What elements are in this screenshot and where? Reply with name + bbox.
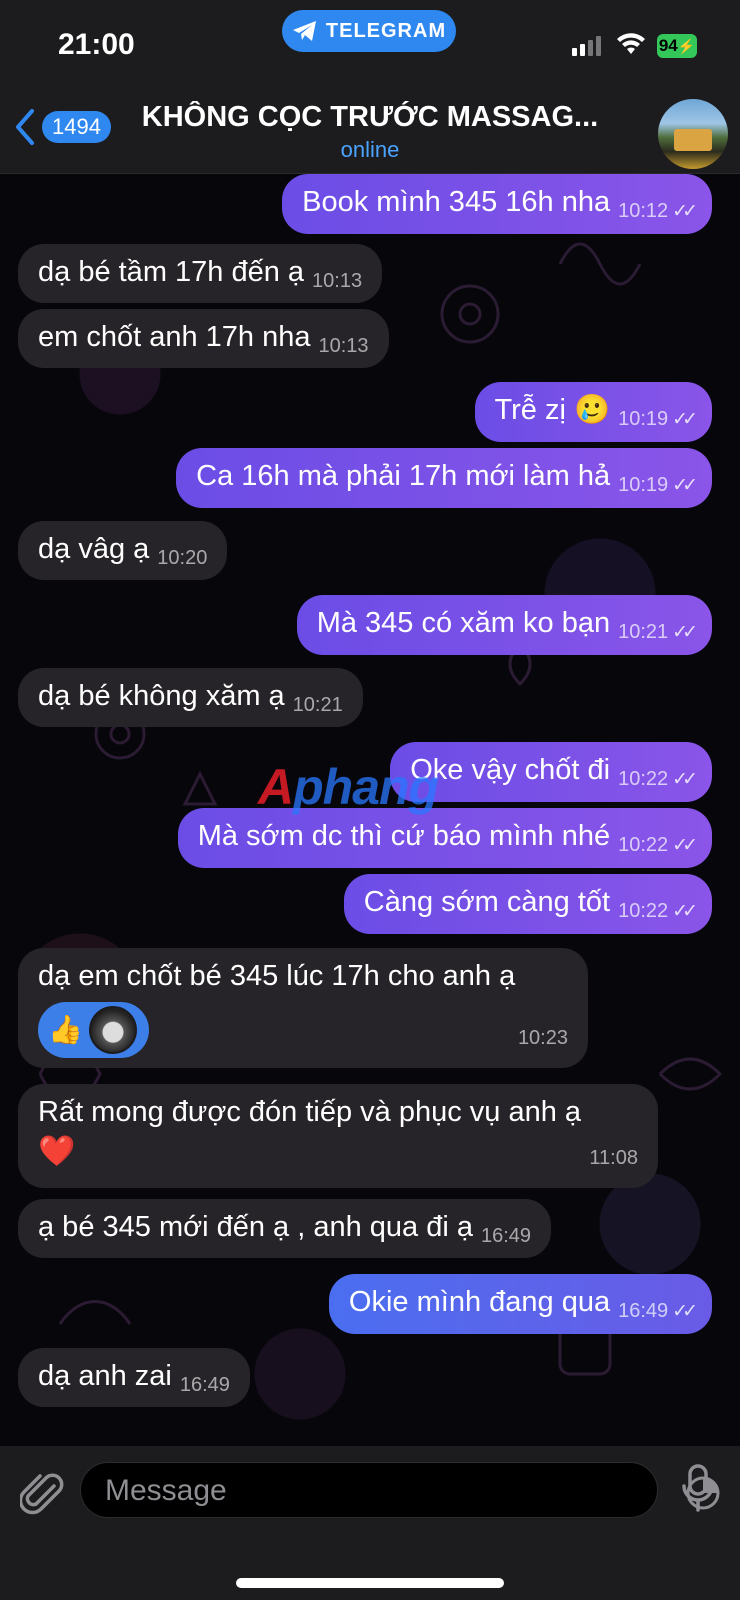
telegram-plane-icon [292, 21, 316, 41]
read-checks-icon: ✓✓ [672, 769, 698, 790]
message-text: Mà 345 có xăm ko bạn [316, 607, 611, 639]
message-text: Càng sớm càng tốt [363, 886, 611, 918]
message-time: 10:22 [618, 834, 669, 856]
read-checks-icon: ✓✓ [672, 622, 698, 643]
message-time: 10:21 [618, 621, 669, 643]
chat-header: 1494 KHÔNG CỌC TRƯỚC MASSAG... online [0, 95, 740, 174]
back-button[interactable]: 1494 [12, 107, 111, 147]
message-time: 10:22 [618, 768, 669, 790]
message-time: 10:21 [292, 694, 343, 716]
message-time: 16:49 [179, 1374, 230, 1396]
message-outgoing[interactable]: Okie mình đang qua 16:49 ✓✓ [328, 1274, 712, 1334]
message-time: 10:20 [157, 547, 208, 569]
message-time: 10:22 [618, 900, 669, 922]
message-outgoing[interactable]: Càng sớm càng tốt 10:22 ✓✓ [343, 874, 712, 934]
message-time: 10:19 [618, 408, 669, 430]
battery-level: 94 [658, 36, 678, 55]
message-text: dạ em chốt bé 345 lúc 17h cho anh ạ [38, 960, 516, 992]
message-incoming[interactable]: dạ anh zai 16:49 [18, 1348, 250, 1407]
message-text: dạ anh zai [38, 1360, 172, 1392]
watermark-logo: Aphang [258, 759, 439, 815]
reaction-chip[interactable]: 👍 [38, 1002, 149, 1058]
chat-messages[interactable]: Book mình 345 16h nha 10:12 ✓✓ dạ bé tầm 1… [0, 174, 740, 1446]
message-outgoing[interactable]: Oke vậy chốt đi 10:22 ✓✓ [390, 742, 712, 802]
read-checks-icon: ✓✓ [672, 201, 698, 222]
battery-indicator: 94 ⚡ [657, 34, 697, 58]
message-outgoing[interactable]: Mà sớm dc thì cứ báo mình nhé 10:22 ✓✓ [177, 808, 712, 868]
message-time: 10:23 [517, 1027, 568, 1049]
message-text: em chốt anh 17h nha [38, 321, 311, 353]
read-checks-icon: ✓✓ [672, 835, 698, 856]
message-text: ạ bé 345 mới đến ạ , anh qua đi ạ [38, 1211, 473, 1243]
reactor-avatar [88, 1006, 137, 1054]
message-incoming[interactable]: ạ bé 345 mới đến ạ , anh qua đi ạ 16:49 [18, 1199, 552, 1258]
message-outgoing[interactable]: Mà 345 có xăm ko bạn 10:21 ✓✓ [296, 595, 712, 655]
message-text: Rất mong được đón tiếp và phục vụ anh ạ [38, 1096, 582, 1128]
message-time: 10:13 [312, 270, 363, 292]
message-incoming[interactable]: em chốt anh 17h nha 10:13 [18, 309, 389, 368]
message-field[interactable] [80, 1462, 720, 1519]
message-incoming[interactable]: Rất mong được đón tiếp và phục vụ anh ạ … [18, 1084, 658, 1188]
message-incoming[interactable]: dạ bé không xăm ạ 10:21 [18, 668, 363, 727]
status-time: 21:00 [58, 28, 135, 61]
message-text: Ca 16h mà phải 17h mới làm hả [196, 460, 611, 492]
cellular-signal-icon [572, 36, 601, 56]
unread-count-badge: 1494 [42, 111, 111, 143]
message-time: 10:13 [318, 335, 369, 357]
paperclip-icon[interactable] [20, 1470, 64, 1520]
heart-emoji: ❤️ [38, 1135, 76, 1168]
message-time: 10:19 [618, 474, 669, 496]
read-checks-icon: ✓✓ [672, 409, 698, 430]
home-indicator[interactable] [236, 1578, 504, 1588]
chevron-left-icon [16, 109, 34, 145]
telegram-pill-label: TELEGRAM [325, 19, 447, 42]
charging-bolt-icon: ⚡ [677, 37, 696, 54]
chat-avatar[interactable] [658, 99, 728, 169]
message-text: dạ vâg ạ [38, 533, 150, 565]
chat-title[interactable]: KHÔNG CỌC TRƯỚC MASSAG... [128, 101, 612, 134]
wifi-icon [617, 33, 645, 54]
message-text: Trễ zị 🥲 [494, 394, 611, 426]
message-input[interactable] [103, 1463, 577, 1519]
thumbs-up-reaction: 👍 [48, 1014, 83, 1045]
message-outgoing[interactable]: Ca 16h mà phải 17h mới làm hả 10:19 ✓✓ [176, 448, 712, 508]
message-time: 11:08 [589, 1147, 638, 1169]
message-incoming[interactable]: dạ em chốt bé 345 lúc 17h cho anh ạ 👍 10… [18, 948, 588, 1068]
message-time: 10:12 [618, 200, 669, 222]
message-text: dạ bé không xăm ạ [38, 680, 285, 712]
message-text: Book mình 345 16h nha [302, 186, 611, 218]
read-checks-icon: ✓✓ [672, 1301, 698, 1322]
message-incoming[interactable]: dạ bé tầm 17h đến ạ 10:13 [18, 244, 383, 303]
microphone-icon[interactable] [680, 1462, 716, 1516]
message-outgoing[interactable]: Book mình 345 16h nha 10:12 ✓✓ [282, 174, 712, 234]
message-time: 16:49 [618, 1300, 669, 1322]
message-text: Oke vậy chốt đi [410, 754, 611, 786]
telegram-return-pill[interactable]: TELEGRAM [282, 10, 456, 52]
message-text: dạ bé tầm 17h đến ạ [38, 256, 305, 288]
message-text: Okie mình đang qua [348, 1286, 611, 1318]
read-checks-icon: ✓✓ [672, 901, 698, 922]
chat-online-status: online [340, 137, 400, 162]
message-incoming[interactable]: dạ vâg ạ 10:20 [18, 521, 228, 580]
read-checks-icon: ✓✓ [672, 475, 698, 496]
message-time: 16:49 [481, 1225, 532, 1247]
status-bar: 21:00 TELEGRAM 94 ⚡ [0, 0, 740, 95]
message-outgoing[interactable]: Trễ zị 🥲 10:19 ✓✓ [474, 382, 712, 442]
message-text: Mà sớm dc thì cứ báo mình nhé [197, 820, 611, 852]
message-input-bar [0, 1446, 740, 1600]
